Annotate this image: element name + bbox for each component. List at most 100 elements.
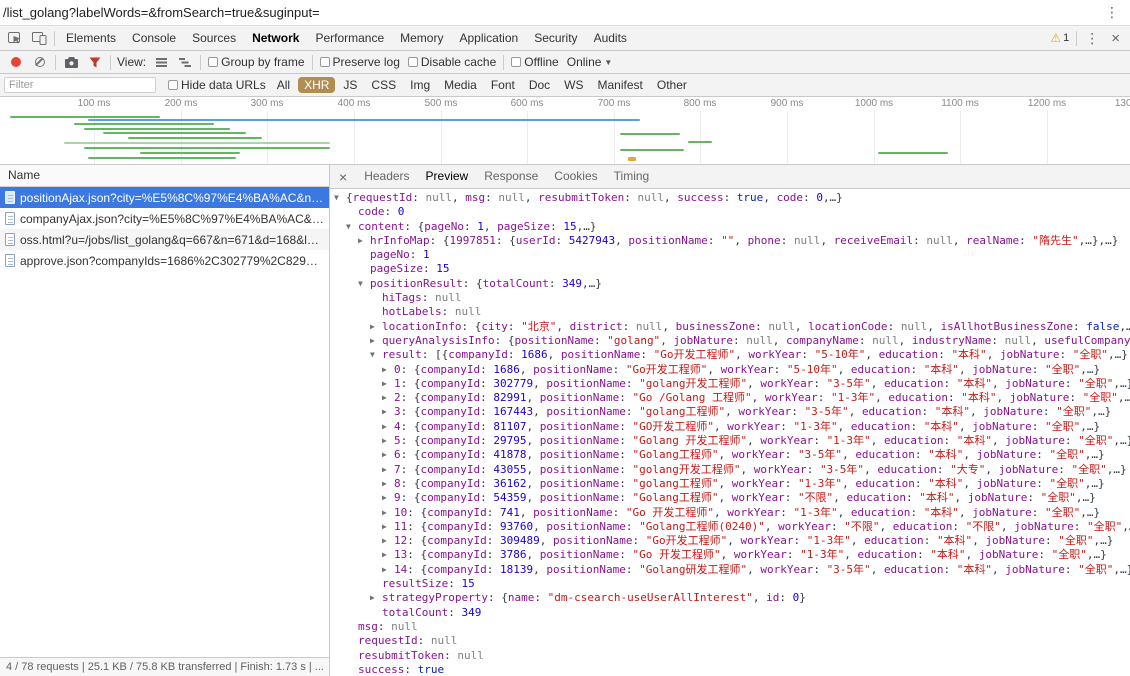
record-button[interactable] [4,51,28,73]
tab-response[interactable]: Response [476,165,546,188]
filter-input[interactable] [4,77,156,93]
preview-line[interactable]: ▶3: {companyId: 167443, positionName: "g… [330,405,1130,419]
filter-pill-media[interactable]: Media [438,77,483,93]
separator [200,55,201,70]
filter-pill-doc[interactable]: Doc [523,77,556,93]
view-list-button[interactable] [149,51,173,73]
collapsed-arrow-icon[interactable]: ▶ [370,320,382,334]
collapsed-arrow-icon[interactable]: ▶ [358,234,370,248]
request-row[interactable]: approve.json?companyIds=1686%2C302779%2C… [0,250,329,271]
preview-line[interactable]: ▶12: {companyId: 309489, positionName: "… [330,534,1130,548]
throttling-dropdown[interactable]: Online ▼ [563,55,617,69]
filter-pill-ws[interactable]: WS [558,77,589,93]
filter-toggle-button[interactable] [83,51,107,73]
preview-line[interactable]: ▼result: [{companyId: 1686, positionName… [330,348,1130,362]
filter-pill-font[interactable]: Font [485,77,521,93]
name-column-header[interactable]: Name [0,165,329,187]
collapsed-arrow-icon[interactable]: ▶ [382,363,394,377]
preserve-log-checkbox[interactable]: Preserve log [316,55,404,69]
grid-line [960,111,961,164]
preview-line[interactable]: ▶9: {companyId: 54359, positionName: "Go… [330,491,1130,505]
collapsed-arrow-icon[interactable]: ▶ [382,391,394,405]
preview-line[interactable]: ▶10: {companyId: 741, positionName: "Go … [330,506,1130,520]
request-row[interactable]: positionAjax.json?city=%E5%8C%97%E4%BA%A… [0,187,329,208]
tab-timing[interactable]: Timing [606,165,658,188]
filter-pill-img[interactable]: Img [404,77,436,93]
tab-performance[interactable]: Performance [307,26,392,50]
collapsed-arrow-icon[interactable]: ▶ [382,377,394,391]
preview-line[interactable]: ▶queryAnalysisInfo: {positionName: "gola… [330,334,1130,348]
offline-checkbox[interactable]: Offline [507,55,562,69]
preview-line[interactable]: ▶6: {companyId: 41878, positionName: "Go… [330,448,1130,462]
collapsed-arrow-icon[interactable]: ▶ [382,520,394,534]
collapsed-arrow-icon[interactable]: ▶ [382,420,394,434]
preview-line[interactable]: ▶4: {companyId: 81107, positionName: "GO… [330,420,1130,434]
collapsed-arrow-icon[interactable]: ▶ [382,563,394,577]
page-url[interactable]: /list_golang?labelWords=&fromSearch=true… [3,5,1100,20]
preview-line[interactable]: ▼{requestId: null, msg: null, resubmitTo… [330,191,1130,205]
filter-pill-other[interactable]: Other [651,77,693,93]
inspect-element-icon[interactable] [3,27,27,49]
request-row[interactable]: companyAjax.json?city=%E5%8C%97%E4%BA%AC… [0,208,329,229]
hide-data-urls-checkbox[interactable]: Hide data URLs [164,78,270,92]
group-by-frame-checkbox[interactable]: Group by frame [204,55,308,69]
preview-line[interactable]: ▶11: {companyId: 93760, positionName: "G… [330,520,1130,534]
expanded-arrow-icon[interactable]: ▼ [358,277,370,291]
tab-sources[interactable]: Sources [184,26,244,50]
close-detail-icon[interactable]: × [330,169,356,185]
request-row[interactable]: oss.html?u=/jobs/list_golang&q=667&n=671… [0,229,329,250]
preview-line[interactable]: ▶13: {companyId: 3786, positionName: "Go… [330,548,1130,562]
filter-pill-all[interactable]: All [271,77,296,93]
collapsed-arrow-icon[interactable]: ▶ [382,534,394,548]
collapsed-arrow-icon[interactable]: ▶ [382,477,394,491]
preview-line[interactable]: ▼content: {pageNo: 1, pageSize: 15,…} [330,220,1130,234]
preview-line[interactable]: ▶7: {companyId: 43055, positionName: "go… [330,463,1130,477]
filter-pill-manifest[interactable]: Manifest [592,77,649,93]
preview-line[interactable]: ▶strategyProperty: {name: "dm-csearch-us… [330,591,1130,605]
collapsed-arrow-icon[interactable]: ▶ [382,434,394,448]
devtools-menu-icon[interactable]: ⋮ [1080,30,1104,47]
preview-line[interactable]: ▶5: {companyId: 29795, positionName: "Go… [330,434,1130,448]
preview-line[interactable]: ▶locationInfo: {city: "北京", district: nu… [330,320,1130,334]
warning-badge[interactable]: ⚠ 1 [1046,31,1073,45]
tab-preview[interactable]: Preview [418,165,477,188]
tab-headers[interactable]: Headers [356,165,417,188]
preview-line[interactable]: ▶2: {companyId: 82991, positionName: "Go… [330,391,1130,405]
tab-console[interactable]: Console [124,26,184,50]
tab-audits[interactable]: Audits [586,26,635,50]
tab-memory[interactable]: Memory [392,26,451,50]
tab-elements[interactable]: Elements [58,26,124,50]
preview-line[interactable]: ▶8: {companyId: 36162, positionName: "go… [330,477,1130,491]
collapsed-arrow-icon[interactable]: ▶ [382,506,394,520]
expanded-arrow-icon[interactable]: ▼ [334,191,346,205]
device-toolbar-icon[interactable] [27,27,51,49]
preview-line[interactable]: ▶1: {companyId: 302779, positionName: "g… [330,377,1130,391]
collapsed-arrow-icon[interactable]: ▶ [370,591,382,605]
timeline-overview[interactable]: 100 ms200 ms300 ms400 ms500 ms600 ms700 … [0,97,1130,165]
screenshot-button[interactable] [59,51,83,73]
preview-line[interactable]: ▶14: {companyId: 18139, positionName: "G… [330,563,1130,577]
preview-line[interactable]: ▶0: {companyId: 1686, positionName: "Go开… [330,363,1130,377]
expanded-arrow-icon[interactable]: ▼ [346,220,358,234]
collapsed-arrow-icon[interactable]: ▶ [382,448,394,462]
preview-line[interactable]: ▶hrInfoMap: {1997851: {userId: 5427943, … [330,234,1130,248]
collapsed-arrow-icon[interactable]: ▶ [382,548,394,562]
tab-security[interactable]: Security [526,26,585,50]
clear-button[interactable] [28,51,52,73]
tab-application[interactable]: Application [451,26,526,50]
collapsed-arrow-icon[interactable]: ▶ [382,405,394,419]
preview-line[interactable]: ▼positionResult: {totalCount: 349,…} [330,277,1130,291]
devtools-close-icon[interactable]: × [1104,30,1127,47]
collapsed-arrow-icon[interactable]: ▶ [370,334,382,348]
filter-pill-js[interactable]: JS [337,77,363,93]
filter-pill-xhr[interactable]: XHR [298,77,335,93]
tab-network[interactable]: Network [244,26,307,50]
collapsed-arrow-icon[interactable]: ▶ [382,463,394,477]
browser-menu-icon[interactable]: ⋮ [1100,4,1124,21]
expanded-arrow-icon[interactable]: ▼ [370,348,382,362]
filter-pill-css[interactable]: CSS [365,77,402,93]
tab-cookies[interactable]: Cookies [546,165,605,188]
disable-cache-checkbox[interactable]: Disable cache [404,55,500,69]
view-waterfall-button[interactable] [173,51,197,73]
collapsed-arrow-icon[interactable]: ▶ [382,491,394,505]
